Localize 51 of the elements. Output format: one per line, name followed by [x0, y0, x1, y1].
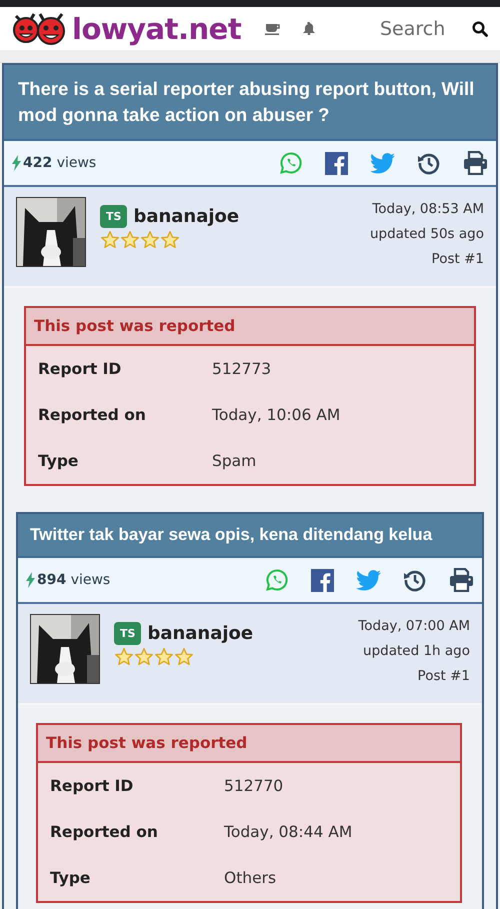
facebook-icon[interactable]: [325, 152, 348, 174]
bird-icon[interactable]: [356, 570, 381, 590]
search-field[interactable]: Search: [380, 18, 450, 40]
star-icon: [100, 230, 120, 250]
report-value: Today, 08:44 AM: [224, 823, 354, 841]
report-label: Type: [50, 869, 92, 887]
post-time: Today, 08:53 AM: [371, 200, 484, 219]
cup-icon[interactable]: [265, 22, 282, 34]
report-heading: This post was reported: [26, 308, 474, 346]
star-icon: [114, 647, 134, 667]
username[interactable]: bananajoe: [147, 623, 254, 644]
bolt-icon: [26, 572, 35, 588]
report-value: Spam: [212, 452, 258, 470]
star-icon: [174, 647, 194, 667]
report-label: Report ID: [50, 777, 134, 795]
report-heading: This post was reported: [38, 725, 460, 763]
updated-time: updated 1h ago: [362, 642, 470, 661]
history-icon[interactable]: [403, 568, 427, 592]
username[interactable]: bananajoe: [133, 206, 240, 227]
post-time: Today, 07:00 AM: [358, 617, 470, 636]
star-icon: [120, 230, 140, 250]
report-value: 512773: [212, 360, 272, 378]
report-label: Type: [38, 452, 80, 470]
history-icon[interactable]: [417, 151, 441, 175]
star-icon: [134, 647, 154, 667]
report-value: 512770: [224, 777, 284, 795]
report-label: Report ID: [38, 360, 122, 378]
site-logo[interactable]: lowyat.net: [72, 12, 242, 46]
facebook-icon[interactable]: [311, 568, 334, 592]
view-count: 422 views: [23, 155, 96, 171]
report-label: Reported on: [38, 406, 147, 424]
bird-icon[interactable]: [370, 152, 395, 174]
post-number[interactable]: Post #1: [358, 664, 470, 689]
starter-badge: TS: [114, 622, 142, 645]
star-icon: [154, 647, 174, 667]
print-icon[interactable]: [463, 151, 488, 175]
starter-badge: TS: [100, 205, 128, 228]
thread-title[interactable]: Twitter tak bayar sewa opis, kena ditendang kelua: [18, 514, 482, 558]
thread-title[interactable]: There is a serial reporter abusing report button, Will mod gonna take action on abuser ?: [4, 65, 496, 141]
print-icon[interactable]: [449, 568, 474, 592]
report-label: Reported on: [50, 823, 159, 841]
star-icon: [160, 230, 180, 250]
view-count: 894 views: [37, 572, 110, 588]
star-icon: [140, 230, 160, 250]
bell-icon[interactable]: [303, 22, 316, 35]
post-number[interactable]: Post #1: [370, 247, 484, 272]
bolt-icon: [12, 155, 21, 171]
search-icon[interactable]: [472, 20, 488, 36]
report-value: Others: [224, 869, 278, 887]
report-value: Today, 10:06 AM: [212, 406, 342, 424]
updated-time: updated 50s ago: [370, 225, 484, 244]
